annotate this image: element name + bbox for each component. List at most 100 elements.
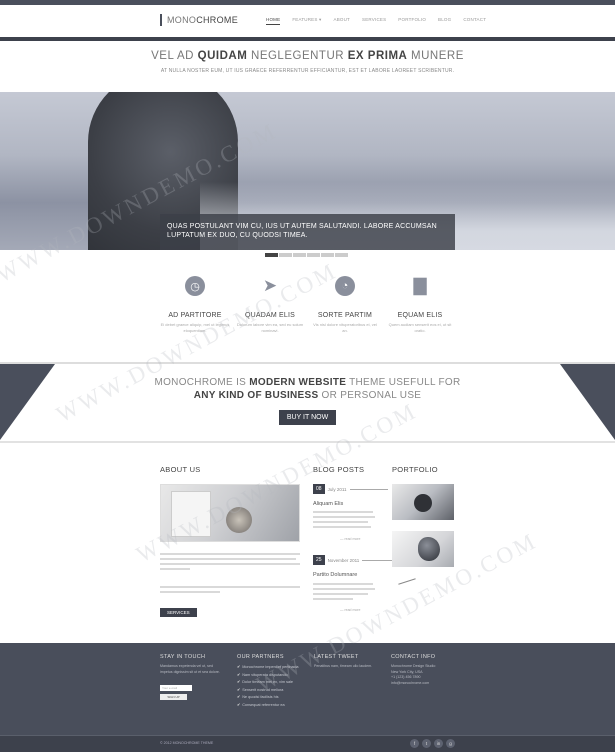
about-us-text xyxy=(160,586,300,596)
partners-list: ✔ Monochrome imperdiet pertinacia ✔ Nam vi… xyxy=(237,664,307,710)
check-icon: ✔ xyxy=(237,695,241,700)
pie-chart-icon: ◔ xyxy=(335,276,355,296)
intro-subheading: AT NULLA NOSTER EUM, UT IUS GRAECE REFER… xyxy=(160,68,455,74)
twitter-icon[interactable]: t xyxy=(422,739,431,748)
post-date: 25 November 2011 xyxy=(313,555,401,565)
feature-text: Ei debet graece aliquip, mel ut legimus … xyxy=(160,322,230,333)
feature-item: ▇ EQUAM ELIS Quem audiam senserit eos ei… xyxy=(385,276,455,334)
copyright-text: © 2012 MONOCHROME THEME xyxy=(160,741,214,745)
portfolio-thumb-object xyxy=(418,537,440,561)
page: MONOCHROME HOME FEATURES ▾ ABOUT SERVICE… xyxy=(0,0,615,752)
partner-item[interactable]: ✔ Monochrome imperdiet pertinacia xyxy=(237,664,307,672)
about-image-door xyxy=(171,491,211,537)
read-more-link[interactable]: — read more xyxy=(340,537,360,541)
blog-posts-title: BLOG POSTS xyxy=(313,465,365,474)
feature-text: Quem audiam senserit eos ei, ut sit orat… xyxy=(388,322,452,333)
feature-text: Vis nisl dolore vituperatoribus ei, vel … xyxy=(313,322,377,333)
nav-home[interactable]: HOME xyxy=(266,17,281,25)
check-icon: ✔ xyxy=(237,687,241,692)
site-footer: STAY IN TOUCH Mandamus expetenda vel ut,… xyxy=(0,643,615,735)
footer-heading: LATEST TWEET xyxy=(314,654,359,660)
hero-caption: QUAS POSTULANT VIM CU, IUS UT AUTEM SALU… xyxy=(160,214,455,250)
nav-contact[interactable]: CONTACT xyxy=(463,17,486,25)
site-logo[interactable]: MONOCHROME xyxy=(160,14,238,26)
post-month: July 2011 xyxy=(327,486,347,492)
partner-item[interactable]: ✔ Consequat referrentur ea xyxy=(237,702,307,710)
nav-about[interactable]: ABOUT xyxy=(334,17,351,25)
portfolio-title: PORTFOLIO xyxy=(392,465,438,474)
feature-item: ◷ AD PARTITORE Ei debet graece aliquip, … xyxy=(160,276,230,334)
portfolio-thumb-object xyxy=(414,494,432,512)
post-title[interactable]: Partito Dolumnare xyxy=(313,572,357,578)
slider-pagination xyxy=(265,253,348,257)
logo-text-light: MONO xyxy=(167,15,197,25)
check-icon: ✔ xyxy=(237,702,241,707)
hero-caption-line-1: QUAS POSTULANT VIM CU, IUS UT AUTEM SALU… xyxy=(167,223,437,230)
section-divider xyxy=(0,441,615,443)
post-title[interactable]: Aliquam Elis xyxy=(313,501,343,507)
footer-latest-tweet: LATEST TWEET Penatibus nam, timeam ullo … xyxy=(314,654,378,670)
nav-features[interactable]: FEATURES ▾ xyxy=(292,17,321,25)
buy-it-now-button[interactable]: BUY IT NOW xyxy=(278,410,337,425)
about-us-image xyxy=(160,484,300,542)
feature-title: SORTE PARTIM xyxy=(317,312,373,319)
site-header: MONOCHROME HOME FEATURES ▾ ABOUT SERVICE… xyxy=(0,5,615,39)
post-excerpt xyxy=(313,583,375,603)
portfolio-thumbnail[interactable] xyxy=(392,577,454,591)
intro-section: VEL AD QUIDAM NEGLEGENTUR EX PRIMA MUNER… xyxy=(0,50,615,74)
footer-heading: OUR PARTNERS xyxy=(237,654,284,660)
check-icon: ✔ xyxy=(237,665,241,669)
footer-heading: CONTACT INFO xyxy=(391,654,436,660)
partner-item[interactable]: ✔ Senserit nostrud meliora xyxy=(237,687,307,695)
intro-heading: VEL AD QUIDAM NEGLEGENTUR EX PRIMA MUNER… xyxy=(151,50,464,62)
check-icon: ✔ xyxy=(237,672,241,677)
partner-item[interactable]: ✔ Ne quodsi facilisis his xyxy=(237,694,307,702)
facebook-icon[interactable]: f xyxy=(410,739,419,748)
googleplus-icon[interactable]: g xyxy=(446,739,455,748)
header-divider xyxy=(0,37,615,41)
paper-plane-icon: ➤ xyxy=(262,276,278,295)
social-links: f t in g xyxy=(410,739,455,748)
slider-dot[interactable] xyxy=(265,253,278,257)
nav-blog[interactable]: BLOG xyxy=(438,17,451,25)
portfolio-thumbnail[interactable] xyxy=(392,484,454,520)
slider-dot[interactable] xyxy=(335,253,348,257)
partner-item[interactable]: ✔ Nam vituperata disputando xyxy=(237,672,307,680)
post-day: 08 xyxy=(313,484,325,494)
slider-dot[interactable] xyxy=(321,253,334,257)
contact-email-link[interactable]: info@monochrome.com xyxy=(391,681,457,687)
slider-dot[interactable] xyxy=(307,253,320,257)
footer-heading: STAY IN TOUCH xyxy=(160,654,206,660)
about-us-text xyxy=(160,553,300,573)
slider-dot[interactable] xyxy=(279,253,292,257)
feature-title: QUADAM ELIS xyxy=(244,312,296,319)
partner-item[interactable]: ✔ Dolor timeam mei ex, vim sale xyxy=(237,679,307,687)
feature-item: ➤ QUADAM ELIS Dolorum labore vim ea, sed… xyxy=(235,276,305,334)
clock-icon: ◷ xyxy=(185,276,205,296)
nav-portfolio[interactable]: PORTFOLIO xyxy=(398,17,426,25)
services-button[interactable]: SERVICES xyxy=(160,608,197,617)
feature-title: EQUAM ELIS xyxy=(397,312,443,319)
feature-text: Dolorum labore vim ea, sed eu solum nomi… xyxy=(236,322,304,333)
newsletter-email-input[interactable]: Your e-mail xyxy=(160,685,192,691)
nav-services[interactable]: SERVICES xyxy=(362,17,386,25)
footer-contact-info: CONTACT INFO Monochrome Design Studio Ne… xyxy=(391,654,457,686)
footer-stay-in-touch: STAY IN TOUCH Mandamus expetenda vel ut,… xyxy=(160,654,225,700)
linkedin-icon[interactable]: in xyxy=(434,739,443,748)
slider-dot[interactable] xyxy=(293,253,306,257)
features-row: ◷ AD PARTITORE Ei debet graece aliquip, … xyxy=(160,276,455,334)
post-day: 25 xyxy=(313,555,325,565)
post-date: 08 July 2011 xyxy=(313,484,388,494)
hero-caption-line-2: LUPTATUM EX DUO, CU QUODSI TIMEA. xyxy=(167,232,308,239)
logo-text-bold: CHROME xyxy=(196,15,239,25)
footer-partners: OUR PARTNERS ✔ Monochrome imperdiet perti… xyxy=(237,654,307,710)
date-rule xyxy=(349,488,388,490)
portfolio-thumbnail[interactable] xyxy=(392,531,454,567)
sign-up-button[interactable]: SIGN UP xyxy=(160,694,187,700)
read-more-link[interactable]: — read more xyxy=(340,608,360,612)
portfolio-thumb-object xyxy=(398,578,416,585)
tweet-text: Penatibus nam, timeam ullo laudem. xyxy=(314,664,373,668)
footer-text: Mandamus expetenda vel ut, sed impetus d… xyxy=(160,664,220,674)
cta-content: MONOCHROME IS MODERN WEBSITE THEME USEFU… xyxy=(0,376,615,425)
main-nav: HOME FEATURES ▾ ABOUT SERVICES PORTFOLIO… xyxy=(266,17,486,25)
